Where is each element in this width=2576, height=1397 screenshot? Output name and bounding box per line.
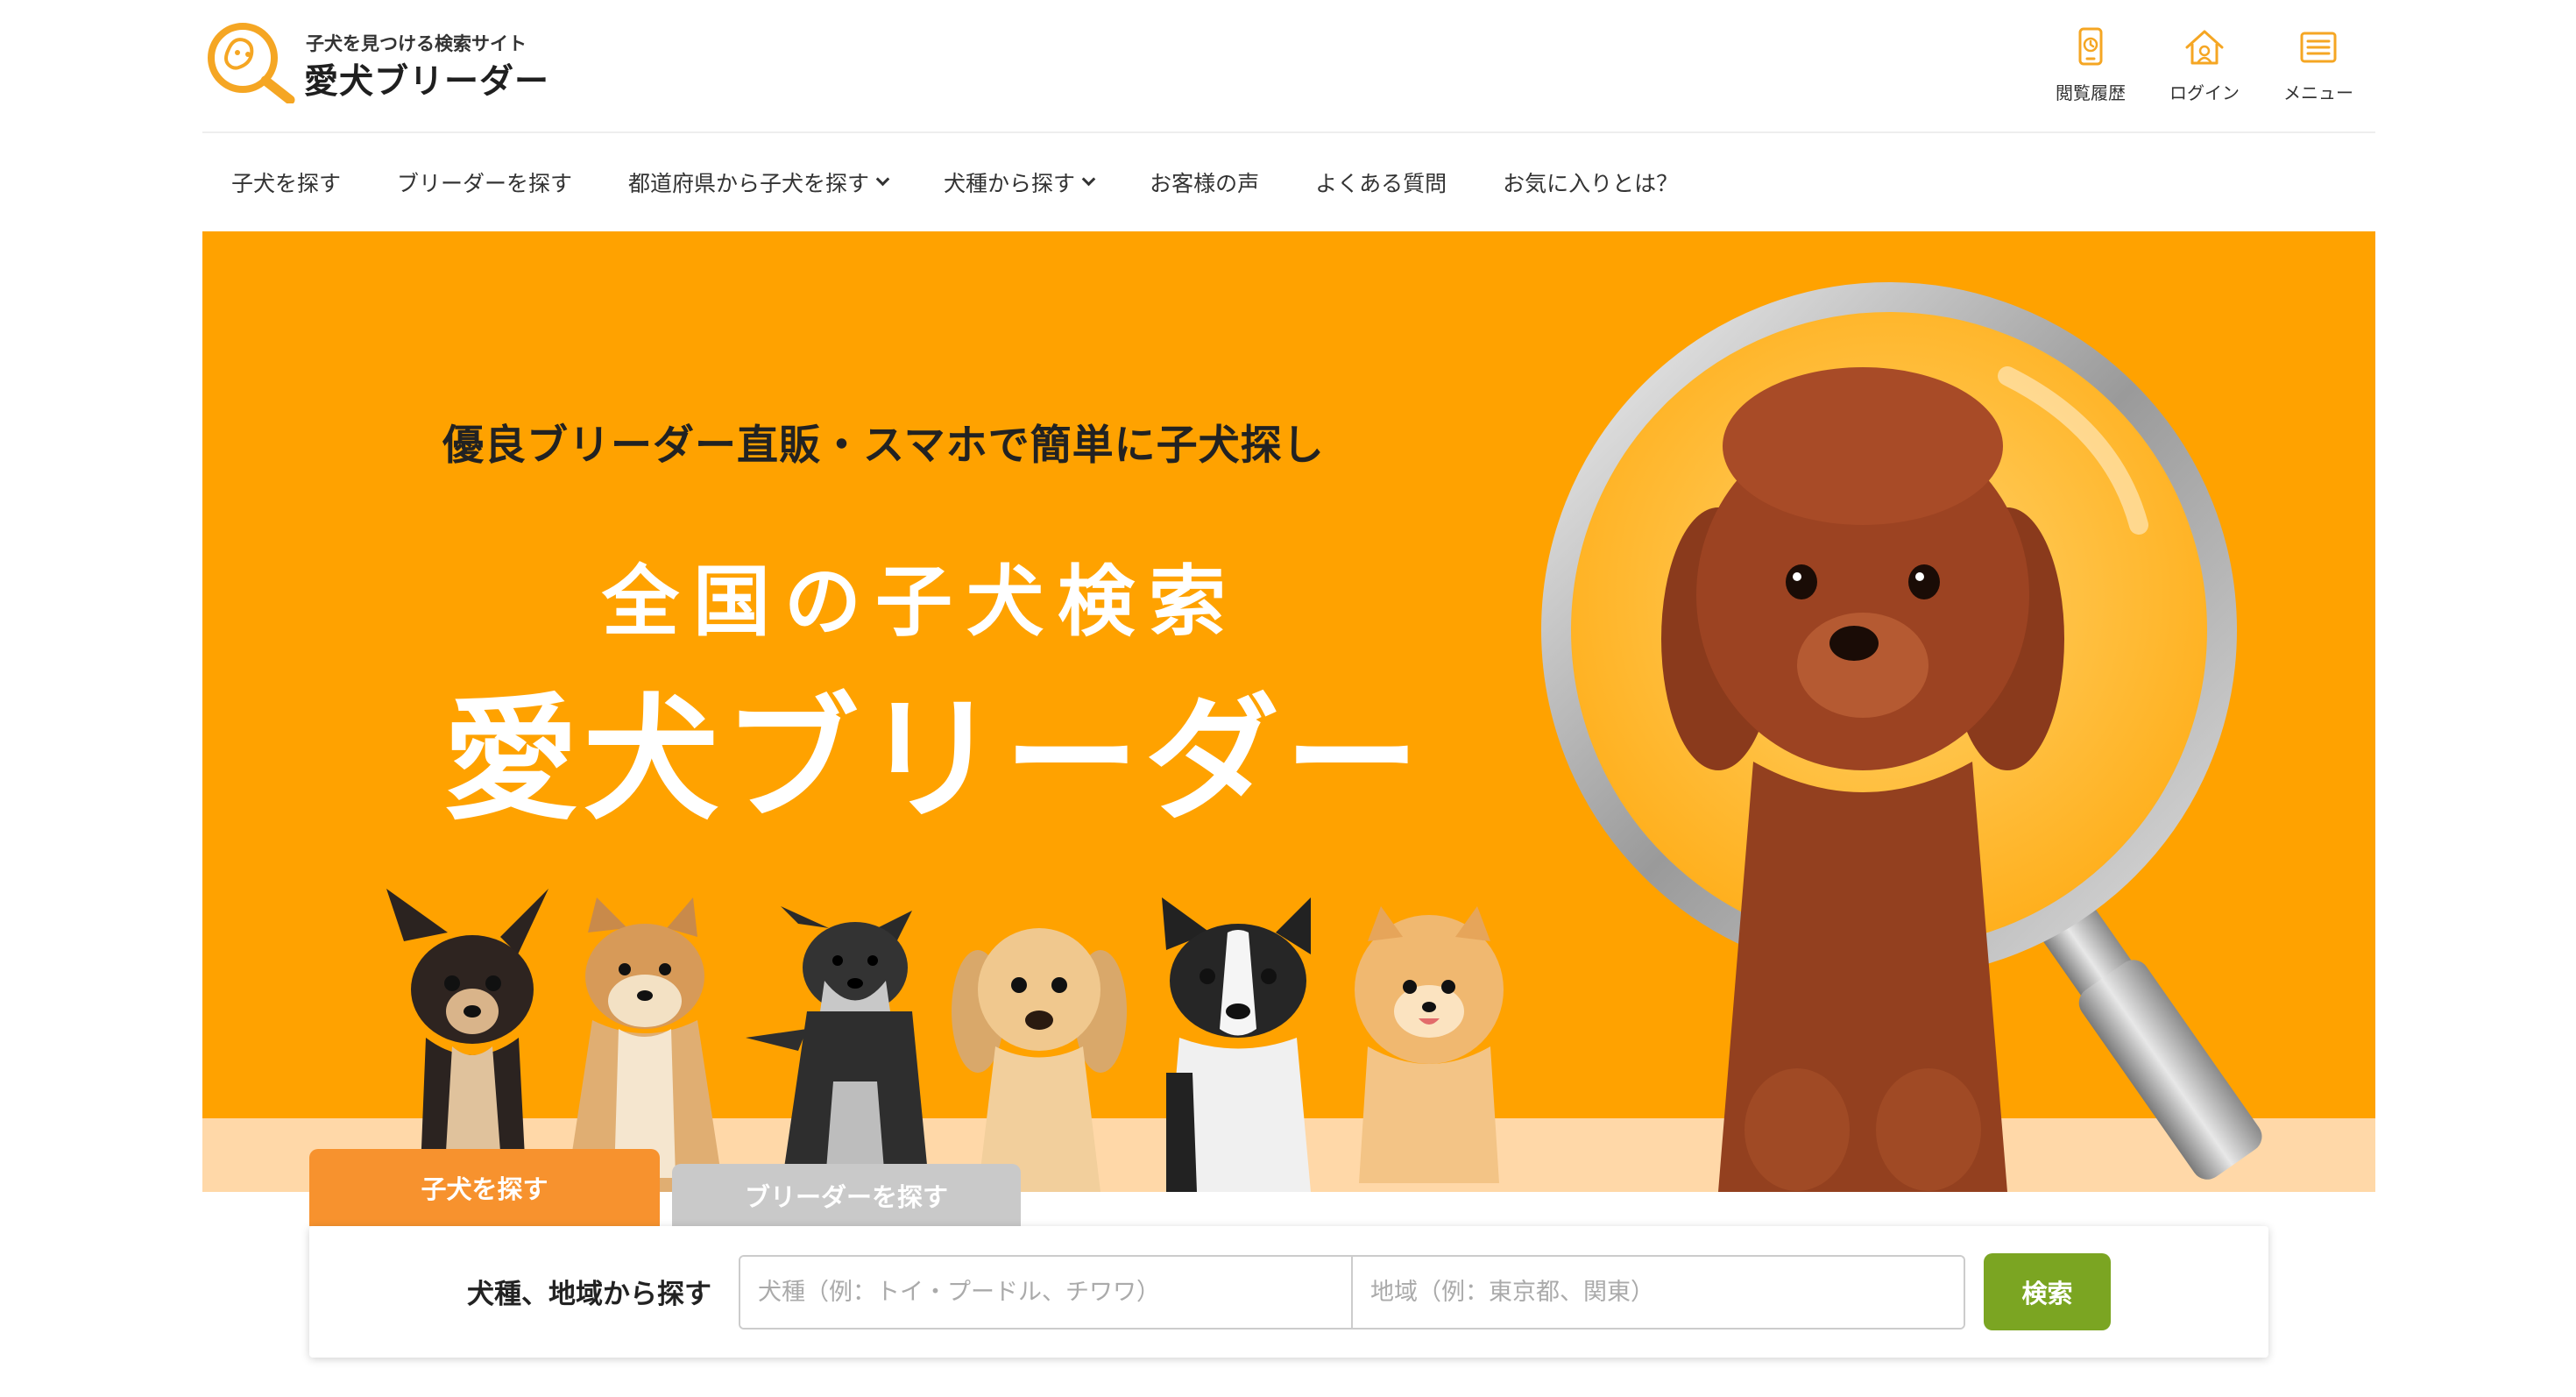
header-nav: 閲覧履歴 ログイン メニュー <box>2034 26 2375 110</box>
login-button[interactable]: ログイン <box>2148 26 2261 110</box>
hero-title-line2: 愛犬ブリーダー <box>443 682 1426 839</box>
logo-name: 愛犬ブリーダー <box>304 62 550 102</box>
menu-list-icon <box>2300 32 2337 63</box>
dachshund-puppy-icon <box>952 928 1127 1192</box>
hero-title-line1: 全国の子犬検索 <box>602 557 1241 647</box>
menu-button[interactable]: メニュー <box>2261 26 2375 110</box>
schnauzer-puppy-icon <box>746 906 930 1192</box>
gnav-find-puppies[interactable]: 子犬を探す <box>202 149 369 215</box>
chevron-down-icon <box>1081 172 1096 187</box>
gnav-label: 都道府県から子犬を探す <box>628 170 870 196</box>
tab-find-puppies[interactable]: 子犬を探す <box>309 1149 660 1226</box>
gnav-about-favorites[interactable]: お気に入りとは？ <box>1475 149 1706 215</box>
chihuahua-puppy-icon <box>386 889 548 1192</box>
hero-subtitle: 優良ブリーダー直販・スマホで簡単に子犬探し <box>442 422 1325 470</box>
gnav-label: ブリーダーを探す <box>397 170 573 196</box>
gnav-label: 犬種から探す <box>944 170 1076 196</box>
history-label: 閲覧履歴 <box>2056 82 2126 103</box>
site-logo[interactable]: 子犬を見つける検索サイト 愛犬ブリーダー <box>202 16 553 103</box>
gnav-by-breed[interactable]: 犬種から探す <box>916 149 1122 215</box>
hero-banner: 優良ブリーダー直販・スマホで簡単に子犬探し 全国の子犬検索 愛犬ブリーダー <box>202 231 2375 1192</box>
logo-tagline: 子犬を見つける検索サイト <box>306 33 527 54</box>
shiba-puppy-icon <box>566 897 724 1192</box>
gnav-customer-voice[interactable]: お客様の声 <box>1122 149 1287 215</box>
phone-history-icon <box>2078 27 2103 66</box>
search-button[interactable]: 検索 <box>1984 1253 2111 1330</box>
site-header: 子犬を見つける検索サイト 愛犬ブリーダー 閲覧履歴 ログイン メニュー <box>202 0 2375 133</box>
gnav-faq[interactable]: よくある質問 <box>1287 149 1475 215</box>
history-button[interactable]: 閲覧履歴 <box>2034 26 2148 110</box>
global-nav: 子犬を探す ブリーダーを探す 都道府県から子犬を探す 犬種から探す お客様の声 … <box>202 149 2375 215</box>
gnav-label: 子犬を探す <box>231 170 342 196</box>
french-bulldog-puppy-icon <box>1162 897 1311 1192</box>
pomeranian-puppy-icon <box>1355 906 1504 1183</box>
search-label: 犬種、地域から探す <box>467 1279 711 1310</box>
magnifying-glass-poodle-illustration <box>1541 282 2262 1192</box>
area-search-input[interactable] <box>1353 1257 1964 1328</box>
gnav-label: お気に入りとは？ <box>1503 170 1679 196</box>
menu-label: メニュー <box>2283 82 2353 103</box>
gnav-label: よくある質問 <box>1315 170 1447 196</box>
dog-magnifier-logo-icon <box>208 23 295 103</box>
house-icon <box>2185 30 2224 65</box>
breed-search-input[interactable] <box>740 1257 1351 1328</box>
search-panel: 犬種、地域から探す 検索 <box>309 1226 2268 1358</box>
gnav-find-breeders[interactable]: ブリーダーを探す <box>369 149 600 215</box>
gnav-label: お客様の声 <box>1150 170 1260 196</box>
login-label: ログイン <box>2169 82 2240 103</box>
search-fields <box>739 1255 1965 1330</box>
gnav-by-prefecture[interactable]: 都道府県から子犬を探す <box>600 149 916 215</box>
tab-find-breeders[interactable]: ブリーダーを探す <box>672 1164 1021 1226</box>
chevron-down-icon <box>875 172 890 187</box>
